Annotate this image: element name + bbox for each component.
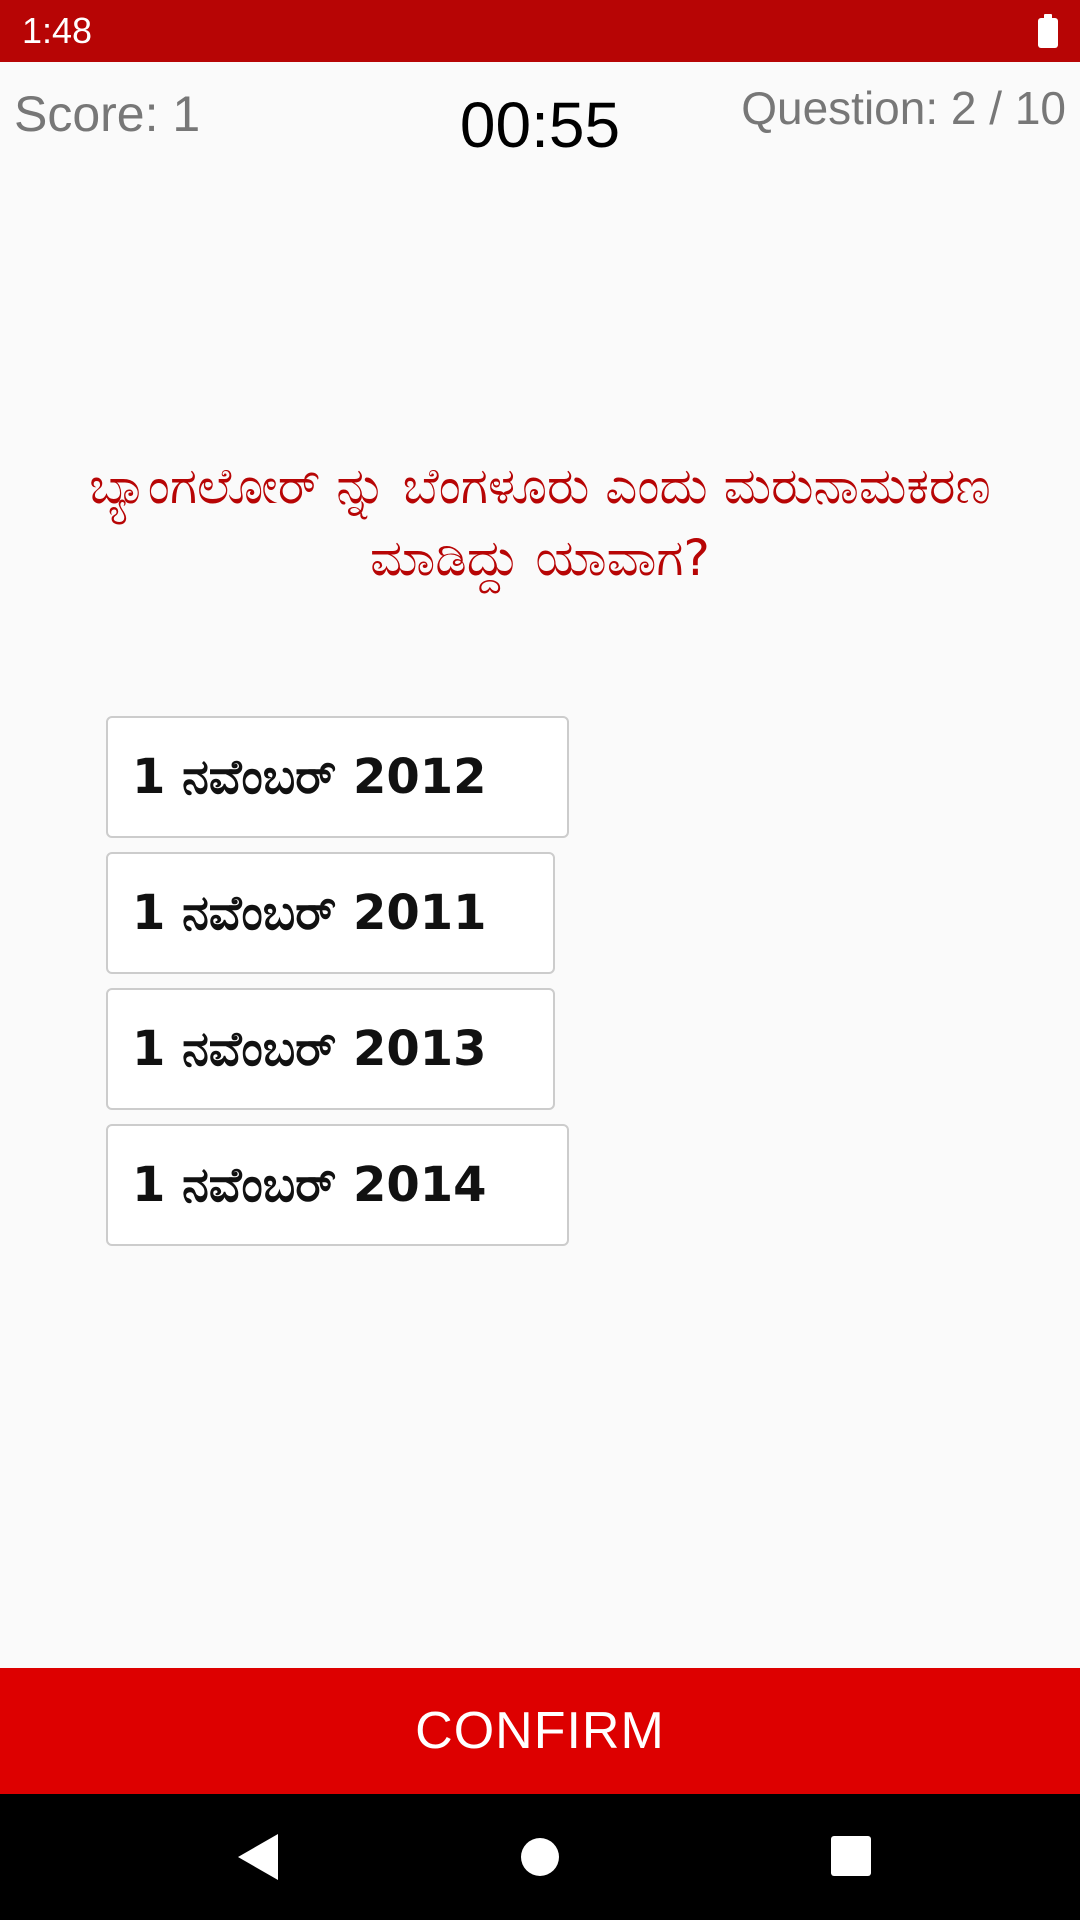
question-text: ಬ್ಯಾಂಗಲೋರ್ ನ್ನು ಬೆಂಗಳೂರು ಎಂದು ಮರುನಾಮಕರಣ … [89, 457, 991, 587]
answer-option-1[interactable]: 1 ನವೆಂಬರ್ 2012 [106, 716, 569, 838]
answer-option-3[interactable]: 1 ನವೆಂಬರ್ 2013 [106, 988, 555, 1110]
answer-option-4[interactable]: 1 ನವೆಂಬರ್ 2014 [106, 1124, 569, 1246]
status-bar: 1:48 [0, 0, 1080, 62]
status-time: 1:48 [22, 10, 93, 51]
answer-option-2[interactable]: 1 ನವೆಂಬರ್ 2011 [106, 852, 555, 974]
quiz-screen: 1:48 Score: 1 00:55 Question: 2 / 10 ಬ್ಯ… [0, 0, 1080, 1920]
recents-icon[interactable] [831, 1836, 871, 1876]
battery-full-icon [1038, 14, 1058, 48]
navigation-bar [0, 1794, 1080, 1920]
back-icon[interactable] [238, 1834, 278, 1880]
home-icon[interactable] [521, 1838, 559, 1876]
confirm-button[interactable]: CONFIRM [0, 1668, 1080, 1794]
question-counter: Question: 2 / 10 [741, 82, 1066, 134]
